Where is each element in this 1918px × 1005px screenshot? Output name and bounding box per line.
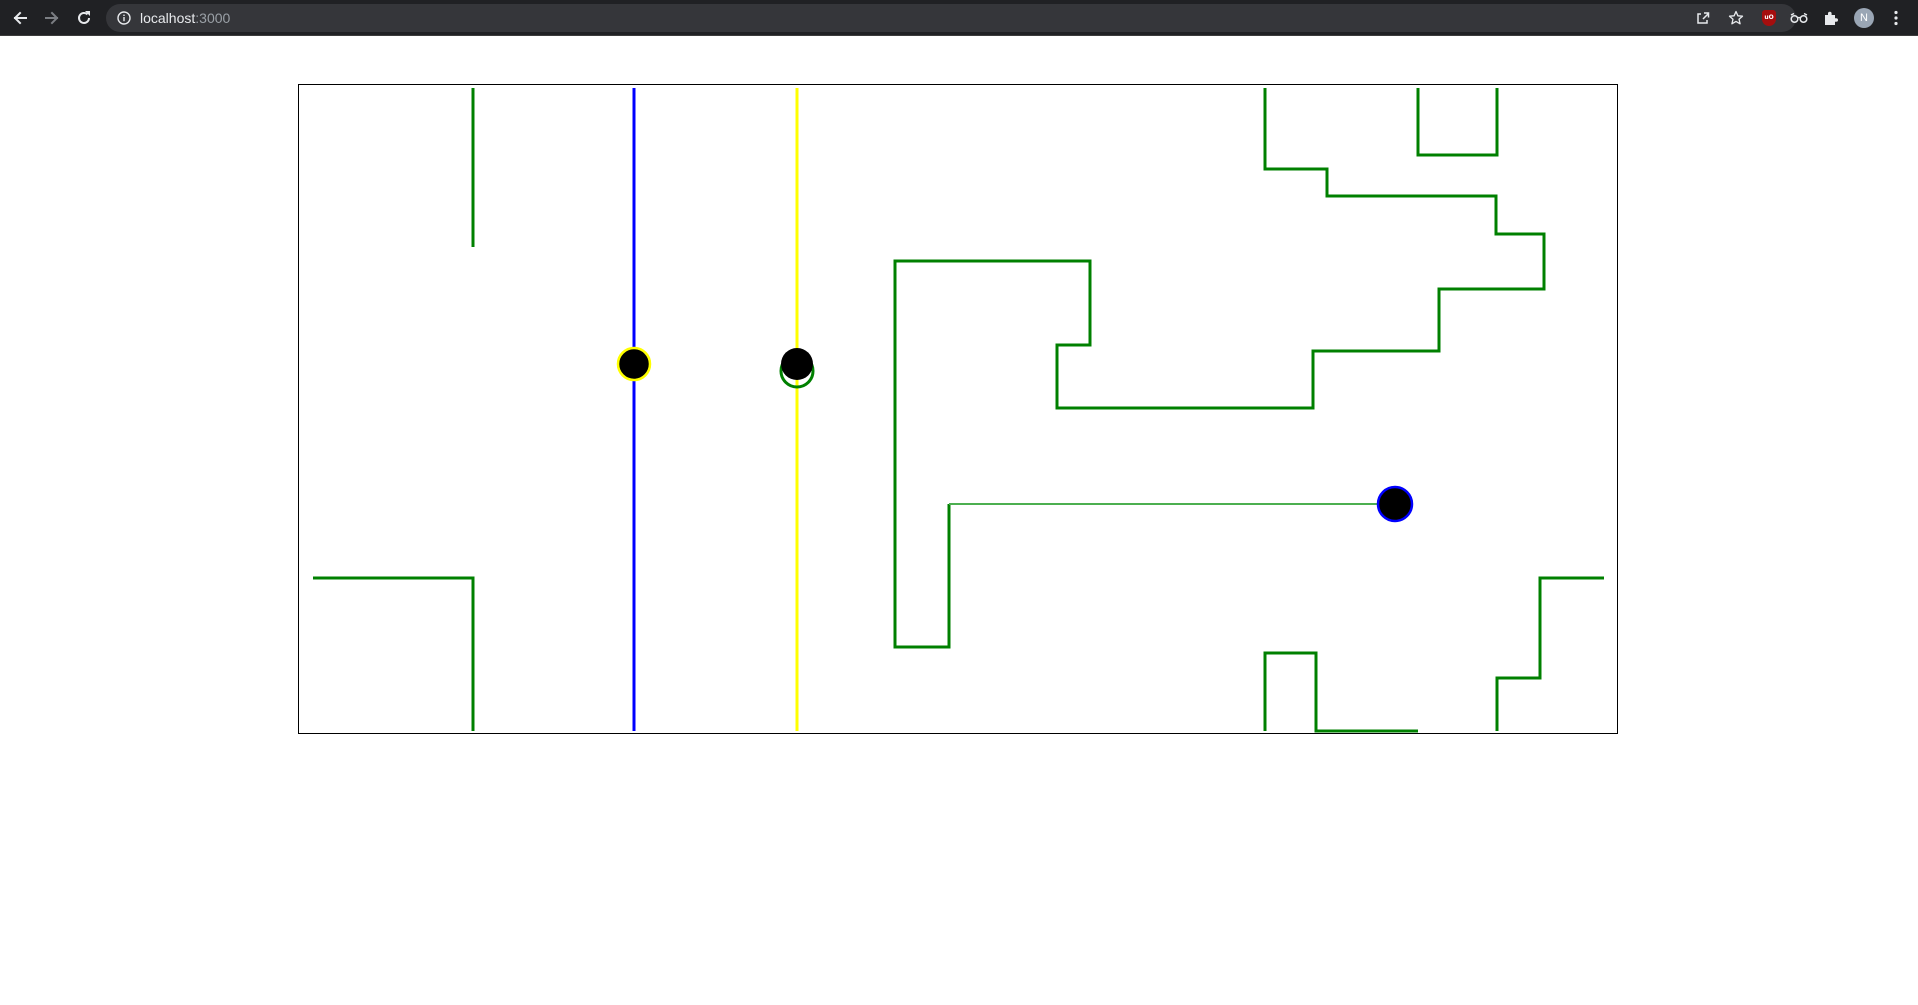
kebab-menu-icon	[1894, 10, 1898, 26]
bookmark-button[interactable]	[1727, 9, 1745, 27]
player-blue-ring-body	[1376, 485, 1414, 523]
player-green-ring-body	[781, 348, 813, 380]
player-yellow-ring-body	[616, 346, 652, 382]
forward-arrow-icon	[45, 11, 59, 25]
back-arrow-icon	[13, 11, 27, 25]
glasses-extension-icon[interactable]	[1789, 8, 1809, 28]
back-button[interactable]	[8, 6, 32, 30]
reload-button[interactable]	[72, 6, 96, 30]
address-bar[interactable]: localhost:3000	[106, 4, 1796, 32]
share-button[interactable]	[1694, 9, 1712, 27]
board-border	[298, 84, 1618, 734]
forward-button[interactable]	[40, 6, 64, 30]
game-canvas[interactable]	[298, 84, 1618, 734]
extensions-button[interactable]	[1821, 8, 1841, 28]
player-blue-ring	[1376, 485, 1414, 523]
browser-toolbar: localhost:3000 uO N	[0, 0, 1918, 36]
puzzle-extensions-icon	[1825, 11, 1838, 25]
ublock-origin-icon[interactable]: uO	[1759, 8, 1779, 28]
reload-icon	[78, 11, 90, 24]
site-info-icon[interactable]	[117, 11, 131, 25]
player-yellow-ring	[616, 346, 652, 382]
game-board[interactable]	[298, 84, 1618, 734]
share-icon	[1697, 12, 1710, 24]
url-text[interactable]: localhost:3000	[140, 4, 230, 32]
profile-avatar[interactable]: N	[1854, 8, 1874, 28]
url-host: localhost	[140, 10, 196, 26]
menu-button[interactable]	[1886, 8, 1906, 28]
ublock-badge: uO	[1762, 10, 1776, 26]
glasses-icon	[1790, 12, 1808, 24]
url-port: :3000	[195, 10, 231, 26]
star-icon	[1728, 10, 1744, 25]
